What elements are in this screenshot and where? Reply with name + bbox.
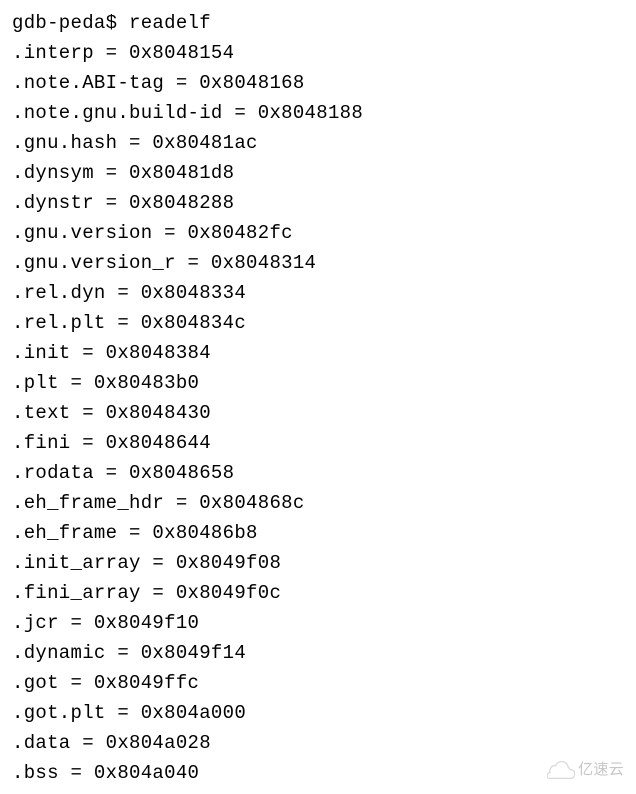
watermark: 亿速云 (547, 758, 624, 782)
section-line: .rel.dyn = 0x8048334 (12, 278, 624, 308)
terminal-output: gdb-peda$ readelf .interp = 0x8048154.no… (12, 8, 624, 788)
section-line: .got = 0x8049ffc (12, 668, 624, 698)
section-line: .gnu.hash = 0x80481ac (12, 128, 624, 158)
sections-list: .interp = 0x8048154.note.ABI-tag = 0x804… (12, 38, 624, 788)
command-text: readelf (129, 12, 211, 34)
section-line: .init = 0x8048384 (12, 338, 624, 368)
section-line: .fini = 0x8048644 (12, 428, 624, 458)
section-line: .rodata = 0x8048658 (12, 458, 624, 488)
section-line: .init_array = 0x8049f08 (12, 548, 624, 578)
section-line: .jcr = 0x8049f10 (12, 608, 624, 638)
section-line: .gnu.version = 0x80482fc (12, 218, 624, 248)
section-line: .dynamic = 0x8049f14 (12, 638, 624, 668)
section-line: .eh_frame_hdr = 0x804868c (12, 488, 624, 518)
watermark-text: 亿速云 (578, 758, 624, 782)
section-line: .fini_array = 0x8049f0c (12, 578, 624, 608)
section-line: .eh_frame = 0x80486b8 (12, 518, 624, 548)
section-line: .note.gnu.build-id = 0x8048188 (12, 98, 624, 128)
section-line: .note.ABI-tag = 0x8048168 (12, 68, 624, 98)
section-line: .plt = 0x80483b0 (12, 368, 624, 398)
section-line: .interp = 0x8048154 (12, 38, 624, 68)
gdb-prompt: gdb-peda$ (12, 12, 129, 34)
section-line: .gnu.version_r = 0x8048314 (12, 248, 624, 278)
section-line: .bss = 0x804a040 (12, 758, 624, 788)
cloud-icon (547, 761, 575, 779)
section-line: .dynstr = 0x8048288 (12, 188, 624, 218)
section-line: .got.plt = 0x804a000 (12, 698, 624, 728)
section-line: .rel.plt = 0x804834c (12, 308, 624, 338)
section-line: .text = 0x8048430 (12, 398, 624, 428)
section-line: .dynsym = 0x80481d8 (12, 158, 624, 188)
section-line: .data = 0x804a028 (12, 728, 624, 758)
prompt-line[interactable]: gdb-peda$ readelf (12, 8, 624, 38)
